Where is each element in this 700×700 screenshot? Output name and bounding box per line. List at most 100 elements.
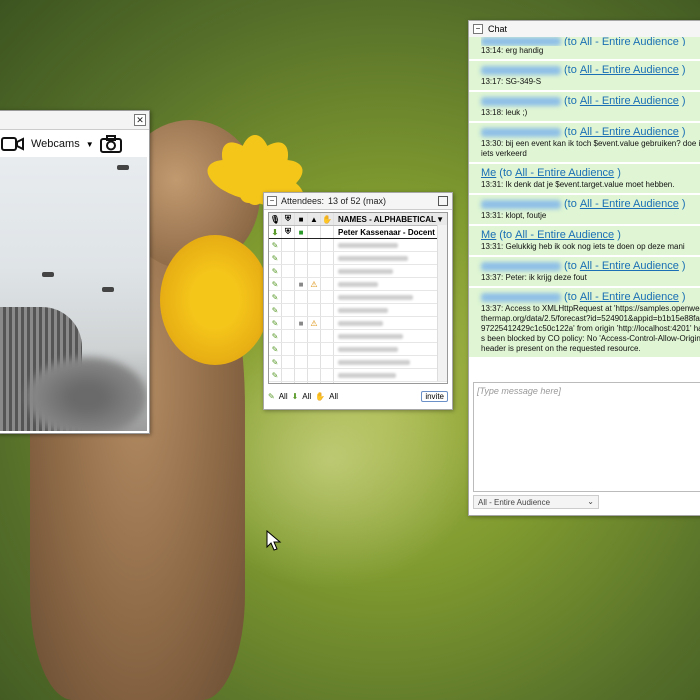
attendees-count: 13 of 52 (max) xyxy=(328,196,387,206)
chat-log[interactable]: (to All - Entire Audience) 13:14: erg ha… xyxy=(469,37,700,387)
message-text: 13:31: Ik denk dat je $event.target.valu… xyxy=(481,180,675,189)
webcam-titlebar: ✕ xyxy=(0,111,149,130)
chat-message: Me (to All - Entire Audience) 13:31: Ik d… xyxy=(469,164,700,193)
attendee-row-presenter[interactable]: ⬇ ⛨ ■ Peter Kassenaar - Docent V... xyxy=(269,226,447,239)
message-text: 13:31: Gelukkig heb ik ook nog iets te d… xyxy=(481,242,685,251)
sender-me-link[interactable]: Me xyxy=(481,167,496,179)
audience-link[interactable]: All - Entire Audience xyxy=(580,291,679,303)
mic-column-icon[interactable]: 🎙 xyxy=(269,213,282,225)
attendee-row[interactable]: ✎ xyxy=(269,252,447,265)
raise-hand-all-icon[interactable]: ✎ xyxy=(268,392,275,401)
mouse-cursor-icon xyxy=(266,530,282,551)
empty-cell xyxy=(321,226,334,238)
camera-icon: ■ xyxy=(295,317,308,329)
webcam-pod: ✕ Webcams ▼ xyxy=(0,110,150,434)
mic-icon: ✎ xyxy=(269,304,282,316)
attendees-list: 🎙 ⛨ ■ ▲ ✋ NAMES - ALPHABETICALLY ▼ ⬇ ⛨ ■… xyxy=(268,212,448,384)
close-icon[interactable]: ✕ xyxy=(134,114,146,126)
audience-select[interactable]: All - Entire Audience ⌄ xyxy=(473,495,599,509)
attendee-row[interactable]: ✎ xyxy=(269,265,447,278)
chevron-down-icon[interactable]: ⌄ xyxy=(587,497,594,506)
attendees-pod: − Attendees: 13 of 52 (max) 🎙 ⛨ ■ ▲ ✋ NA… xyxy=(263,192,453,410)
audience-link[interactable]: All - Entire Audience xyxy=(580,95,679,107)
camera-column-icon[interactable]: ■ xyxy=(295,213,308,225)
message-text: 13:37: Access to XMLHttpRequest at 'http… xyxy=(481,304,700,353)
all-link-2[interactable]: All xyxy=(302,392,311,401)
chat-titlebar: − Chat xyxy=(469,21,700,38)
audience-link[interactable]: All - Entire Audience xyxy=(580,260,679,272)
audience-link[interactable]: All - Entire Audience xyxy=(580,37,679,46)
chat-message: (to All - Entire Audience) 13:37: Peter:… xyxy=(469,257,700,286)
all-link-1[interactable]: All xyxy=(279,392,288,401)
mic-icon: ✎ xyxy=(269,382,282,383)
camera-icon[interactable] xyxy=(1,136,25,152)
mic-icon: ✎ xyxy=(269,343,282,355)
attendee-row[interactable]: ✎ xyxy=(269,239,447,252)
attendees-scrollbar[interactable] xyxy=(437,225,447,381)
chevron-down-icon[interactable]: ▼ xyxy=(86,140,94,149)
chat-message: (to All - Entire Audience) 13:30: bij ee… xyxy=(469,123,700,162)
chat-message-input[interactable]: [Type message here] xyxy=(473,382,700,492)
message-text: 13:37: Peter: ik krijg deze fout xyxy=(481,273,587,282)
message-text: 13:31: klopt, foutje xyxy=(481,211,547,220)
shield-icon: ⛨ xyxy=(282,226,295,238)
shield-column-icon[interactable]: ⛨ xyxy=(282,213,295,225)
webcam-toolbar: Webcams ▼ xyxy=(0,130,149,158)
attendee-row[interactable]: ✎ ■ ⚠ xyxy=(269,278,447,291)
audience-link[interactable]: All - Entire Audience xyxy=(515,229,614,241)
hand-all-icon[interactable]: ✋ xyxy=(315,392,325,401)
attendee-row[interactable]: ✎ xyxy=(269,356,447,369)
attendees-header-row: 🎙 ⛨ ■ ▲ ✋ NAMES - ALPHABETICALLY ▼ xyxy=(269,213,447,226)
collapse-icon[interactable]: − xyxy=(267,196,277,206)
attendee-row[interactable]: ✎ xyxy=(269,291,447,304)
mic-icon: ✎ xyxy=(269,330,282,342)
chat-message: (to All - Entire Audience) 13:14: erg ha… xyxy=(469,37,700,59)
mic-icon: ✎ xyxy=(269,278,282,290)
invite-button[interactable]: invite xyxy=(421,390,448,402)
webcams-dropdown[interactable]: Webcams xyxy=(31,138,80,150)
popout-icon[interactable] xyxy=(438,196,448,206)
audience-link[interactable]: All - Entire Audience xyxy=(580,64,679,76)
message-text: 13:30: bij een event kan ik toch $event.… xyxy=(481,139,700,158)
empty-cell xyxy=(308,226,321,238)
attendee-row[interactable]: ✎ xyxy=(269,330,447,343)
camera-on-icon: ■ xyxy=(295,226,308,238)
attendee-row[interactable]: ✎ ■ ⚠ xyxy=(269,317,447,330)
chat-message: (to All - Entire Audience) 13:17: SG-349… xyxy=(469,61,700,90)
video-blur xyxy=(27,357,147,431)
audience-link[interactable]: All - Entire Audience xyxy=(515,167,614,179)
attendees-footer: ✎ All ⬇ All ✋ All invite xyxy=(268,388,448,404)
mic-icon: ✎ xyxy=(269,291,282,303)
sender-me-link[interactable]: Me xyxy=(481,229,496,241)
camera-icon: ■ xyxy=(295,278,308,290)
attendees-titlebar: − Attendees: 13 of 52 (max) xyxy=(264,193,452,210)
attendee-row[interactable]: ✎ xyxy=(269,382,447,383)
mic-icon: ✎ xyxy=(269,239,282,251)
chevron-down-icon[interactable]: ▼ xyxy=(436,215,447,224)
chat-message: Me (to All - Entire Audience) 13:31: Gelu… xyxy=(469,226,700,255)
mic-icon: ✎ xyxy=(269,356,282,368)
sender-name xyxy=(481,199,561,209)
mic-icon: ⬇ xyxy=(269,226,282,238)
mic-all-icon[interactable]: ⬇ xyxy=(292,392,299,401)
audience-link[interactable]: All - Entire Audience xyxy=(580,198,679,210)
sunflower-lower-image xyxy=(160,235,270,365)
mic-icon: ✎ xyxy=(269,265,282,277)
mic-icon: ✎ xyxy=(269,252,282,264)
names-sort-header[interactable]: NAMES - ALPHABETICALLY xyxy=(334,215,436,224)
all-link-3[interactable]: All xyxy=(329,392,338,401)
audience-link[interactable]: All - Entire Audience xyxy=(580,126,679,138)
chat-title: Chat xyxy=(488,24,508,34)
attendees-title: Attendees: xyxy=(281,196,325,206)
webcam-video xyxy=(0,157,147,431)
snapshot-camera-icon[interactable] xyxy=(99,135,122,153)
attendee-row[interactable]: ✎ xyxy=(269,369,447,382)
warning-column-icon[interactable]: ▲ xyxy=(308,213,321,225)
chat-pod: − Chat (to All - Entire Audience) 13:14:… xyxy=(468,20,700,516)
sender-name xyxy=(481,127,561,137)
collapse-icon[interactable]: − xyxy=(473,24,483,34)
attendee-row[interactable]: ✎ xyxy=(269,343,447,356)
chat-message: (to All - Entire Audience) 13:18: leuk ;… xyxy=(469,92,700,121)
hand-column-icon[interactable]: ✋ xyxy=(321,213,334,225)
attendee-row[interactable]: ✎ xyxy=(269,304,447,317)
